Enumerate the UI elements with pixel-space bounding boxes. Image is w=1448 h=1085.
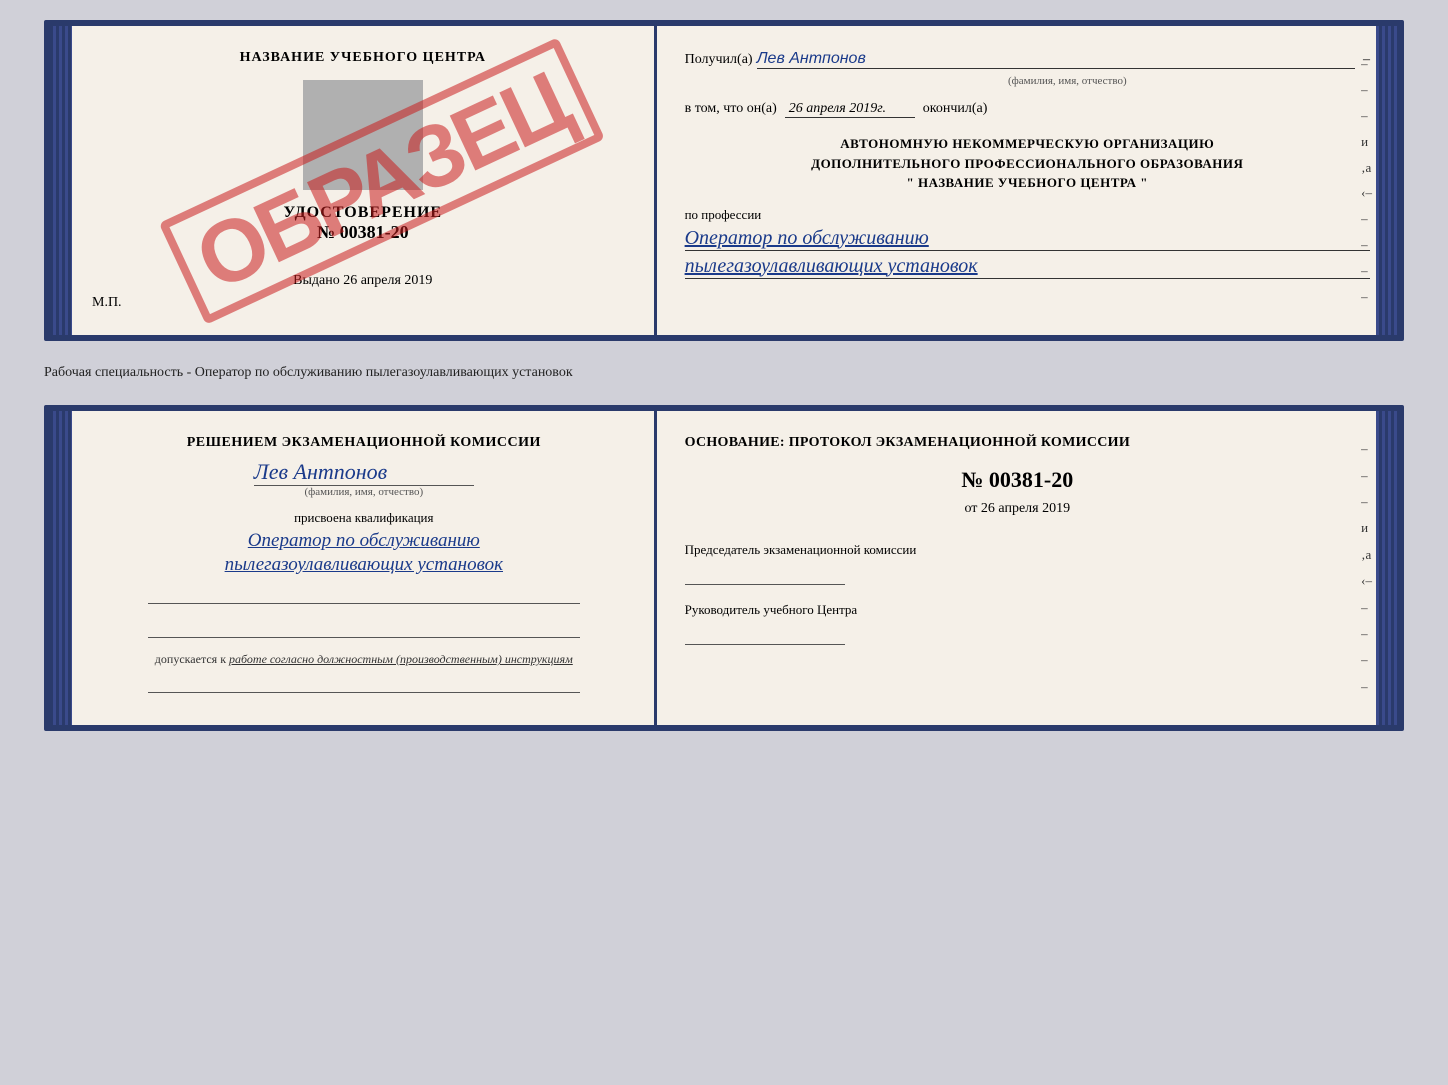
from-date: от 26 апреля 2019	[685, 501, 1350, 517]
center-head-sig-line	[685, 623, 845, 645]
basis-label: Основание: протокол экзаменационной коми…	[685, 435, 1350, 451]
decision-text: Решением экзаменационной комиссии	[187, 435, 541, 451]
separator-label: Рабочая специальность - Оператор по обсл…	[44, 359, 1404, 387]
blank-line-2	[148, 620, 580, 638]
org-line1: АВТОНОМНУЮ НЕКОММЕРЧЕСКУЮ ОРГАНИЗАЦИЮ	[685, 134, 1370, 154]
profession-line2: пылегазоулавливающих установок	[685, 255, 1370, 279]
issued-date: 26 апреля 2019	[343, 273, 432, 288]
bottom-document: Решением экзаменационной комиссии Лев Ан…	[44, 405, 1404, 731]
center-head-label: Руководитель учебного Центра	[685, 601, 1350, 619]
photo-placeholder	[303, 80, 423, 190]
blank-line-1	[148, 586, 580, 604]
date-suffix: окончил(а)	[923, 101, 988, 117]
allowed-cursive: работе согласно должностным (производств…	[229, 652, 573, 666]
cert-number: № 00381-20	[317, 222, 409, 243]
bottom-right-panel: Основание: протокол экзаменационной коми…	[657, 411, 1398, 725]
blank-line-3	[148, 675, 580, 693]
profession-line1: Оператор по обслуживанию	[685, 227, 1370, 251]
received-name: Лев Антпонов	[757, 50, 1355, 69]
side-dashes-bottom: – – – и ‚а ‹– – – – –	[1361, 411, 1372, 725]
person-name-bottom: Лев Антпонов	[254, 459, 474, 486]
qual-label: присвоена квалификация	[294, 510, 433, 526]
cert-label: УДОСТОВЕРЕНИЕ	[284, 204, 443, 222]
allowed-prefix: допускается к	[155, 652, 226, 666]
allowed-text: допускается к работе согласно должностны…	[155, 652, 573, 667]
chairman-sig-line	[685, 563, 845, 585]
received-row: Получил(а) Лев Антпонов –	[685, 50, 1370, 69]
protocol-number: № 00381-20	[685, 467, 1350, 493]
profession-label: по профессии	[685, 207, 1370, 223]
org-line2: ДОПОЛНИТЕЛЬНОГО ПРОФЕССИОНАЛЬНОГО ОБРАЗО…	[685, 154, 1370, 174]
top-left-panel: НАЗВАНИЕ УЧЕБНОГО ЦЕНТРА УДОСТОВЕРЕНИЕ №…	[50, 26, 657, 335]
date-row: в том, что он(а) 26 апреля 2019г. окончи…	[685, 101, 1370, 118]
from-prefix: от	[964, 501, 977, 516]
chairman-label: Председатель экзаменационной комиссии	[685, 541, 1350, 559]
center-head-block: Руководитель учебного Центра	[685, 601, 1350, 645]
bottom-left-panel: Решением экзаменационной комиссии Лев Ан…	[50, 411, 657, 725]
fio-hint-bottom: (фамилия, имя, отчество)	[304, 486, 423, 498]
org-block: АВТОНОМНУЮ НЕКОММЕРЧЕСКУЮ ОРГАНИЗАЦИЮ ДО…	[685, 134, 1370, 193]
issued-line: Выдано 26 апреля 2019	[293, 273, 432, 289]
fio-hint-top: (фамилия, имя, отчество)	[765, 75, 1370, 87]
chairman-block: Председатель экзаменационной комиссии	[685, 541, 1350, 585]
qual-line2: пылегазоулавливающих установок	[225, 554, 503, 576]
mp-label: М.П.	[92, 295, 122, 311]
received-label: Получил(а)	[685, 52, 753, 68]
issued-prefix: Выдано	[293, 273, 340, 288]
school-name-top: НАЗВАНИЕ УЧЕБНОГО ЦЕНТРА	[240, 50, 486, 66]
top-document: НАЗВАНИЕ УЧЕБНОГО ЦЕНТРА УДОСТОВЕРЕНИЕ №…	[44, 20, 1404, 341]
from-date-value: 26 апреля 2019	[981, 501, 1070, 516]
org-line3: " НАЗВАНИЕ УЧЕБНОГО ЦЕНТРА "	[685, 173, 1370, 193]
qual-line1: Оператор по обслуживанию	[248, 530, 480, 552]
top-right-panel: Получил(а) Лев Антпонов – (фамилия, имя,…	[657, 26, 1398, 335]
date-value: 26 апреля 2019г.	[785, 101, 915, 118]
side-dashes-top: – – – и ‚а ‹– – – – –	[1361, 26, 1372, 335]
date-prefix: в том, что он(а)	[685, 101, 777, 117]
